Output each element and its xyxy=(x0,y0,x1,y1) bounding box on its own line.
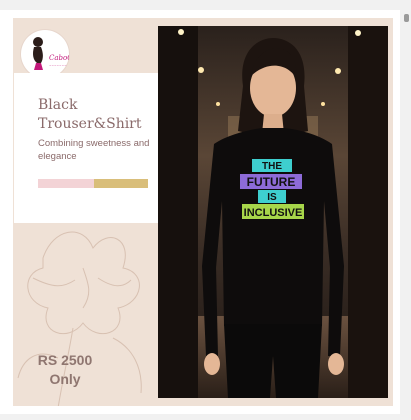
shirt-text-3: IS xyxy=(267,192,277,203)
scrollbar-thumb[interactable] xyxy=(404,14,409,22)
price-suffix: Only xyxy=(49,371,81,387)
shirt-text-4: INCLUSIVE xyxy=(244,207,303,219)
svg-text:~~~~~~~: ~~~~~~~ xyxy=(49,63,67,67)
accent-bar-pink xyxy=(38,179,94,188)
price-amount: RS 2500 xyxy=(37,352,93,368)
price-label: RS 2500 Only xyxy=(29,351,101,389)
product-title: Black Trouser&Shirt xyxy=(38,97,142,132)
product-tagline: Combining sweetness and elegance xyxy=(38,138,150,162)
shirt-text-2: FUTURE xyxy=(247,175,296,189)
accent-bar-gold xyxy=(94,179,148,188)
ad-banner: CaboCasa ~~~~~~~ Black Trouser&Shirt Com… xyxy=(0,10,400,414)
model-photo: THE FUTURE IS INCLUSIVE xyxy=(158,26,388,398)
logo-text: CaboCasa xyxy=(49,54,69,62)
shirt-text-1: THE xyxy=(262,161,282,172)
promo-card: CaboCasa ~~~~~~~ Black Trouser&Shirt Com… xyxy=(13,18,393,406)
brand-logo: CaboCasa ~~~~~~~ xyxy=(21,30,85,78)
